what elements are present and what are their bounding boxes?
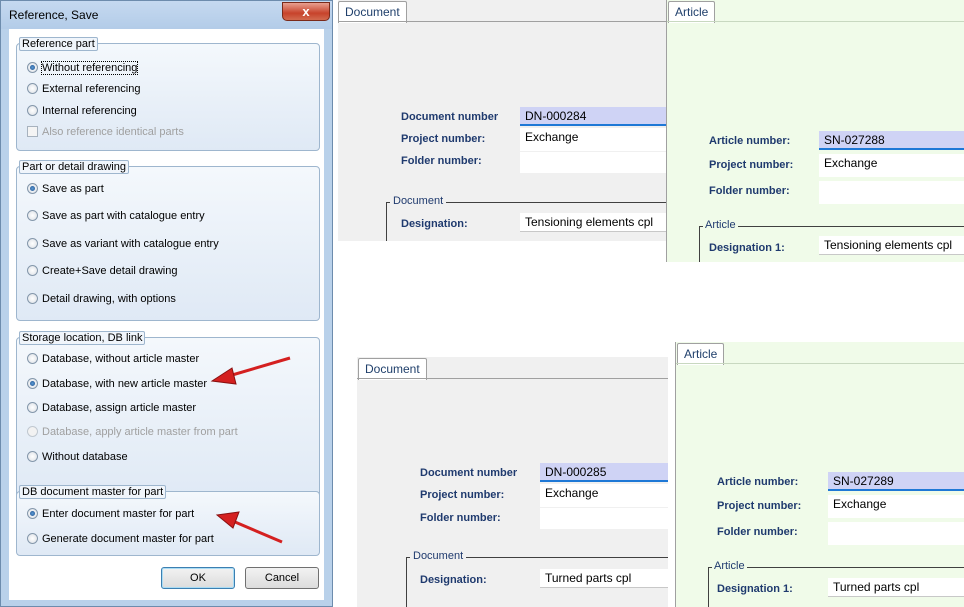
folder-number-field[interactable] [819, 181, 964, 204]
document-number-field[interactable]: DN-000284 [520, 107, 668, 126]
arrow-icon [215, 511, 283, 544]
designation-1-field[interactable]: Tensioning elements cpl [819, 236, 964, 255]
tab-article-1[interactable]: Article [668, 1, 716, 23]
folder-number-label: Folder number: [709, 185, 790, 197]
folder-number-field[interactable] [520, 152, 668, 173]
document-section-label: Document [390, 195, 447, 207]
tab-document-1[interactable]: Document [338, 1, 407, 23]
article-number-field[interactable]: SN-027288 [819, 131, 964, 150]
annotation-arrows [210, 356, 291, 544]
designation-field[interactable]: Tensioning elements cpl [520, 213, 668, 232]
designation-1-label: Designation 1: [717, 583, 793, 595]
article-number-label: Article number: [717, 476, 799, 488]
designation-field[interactable]: Turned parts cpl [540, 569, 668, 588]
article-panel-1: Article Article number: SN-027288 Projec… [666, 0, 964, 262]
designation-1-label: Designation 1: [709, 242, 785, 254]
document-panel-1: Document Document number DN-000284 Proje… [338, 0, 668, 241]
document-number-label: Document number [420, 467, 518, 479]
article-panel-2: Article Article number: SN-027289 Projec… [675, 342, 964, 607]
project-number-field[interactable]: Exchange [540, 484, 668, 507]
article-number-field[interactable]: SN-027289 [828, 472, 964, 491]
document-number-field[interactable]: DN-000285 [540, 463, 668, 482]
folder-number-field[interactable] [828, 522, 964, 545]
article-number-label: Article number: [709, 135, 791, 147]
article-section-label: Article [712, 560, 747, 572]
arrow-icon [210, 356, 291, 385]
tab-article-2[interactable]: Article [677, 343, 725, 365]
folder-number-label: Folder number: [401, 155, 482, 167]
folder-number-label: Folder number: [717, 526, 798, 538]
designation-label: Designation: [401, 218, 468, 230]
project-number-label: Project number: [401, 133, 486, 145]
project-number-label: Project number: [709, 159, 794, 171]
project-number-field[interactable]: Exchange [520, 128, 668, 151]
designation-1-field[interactable]: Turned parts cpl [828, 578, 964, 597]
folder-number-field[interactable] [540, 508, 668, 529]
project-number-label: Project number: [717, 500, 802, 512]
project-number-field[interactable]: Exchange [828, 495, 964, 518]
project-number-label: Project number: [420, 489, 505, 501]
tab-document-2[interactable]: Document [358, 358, 427, 380]
designation-label: Designation: [420, 574, 487, 586]
document-panel-2: Document Document number DN-000285 Proje… [357, 357, 668, 607]
document-number-label: Document number [401, 111, 499, 123]
article-section-label: Article [703, 219, 738, 231]
document-section-label: Document [410, 550, 467, 562]
project-number-field[interactable]: Exchange [819, 154, 964, 177]
folder-number-label: Folder number: [420, 512, 501, 524]
